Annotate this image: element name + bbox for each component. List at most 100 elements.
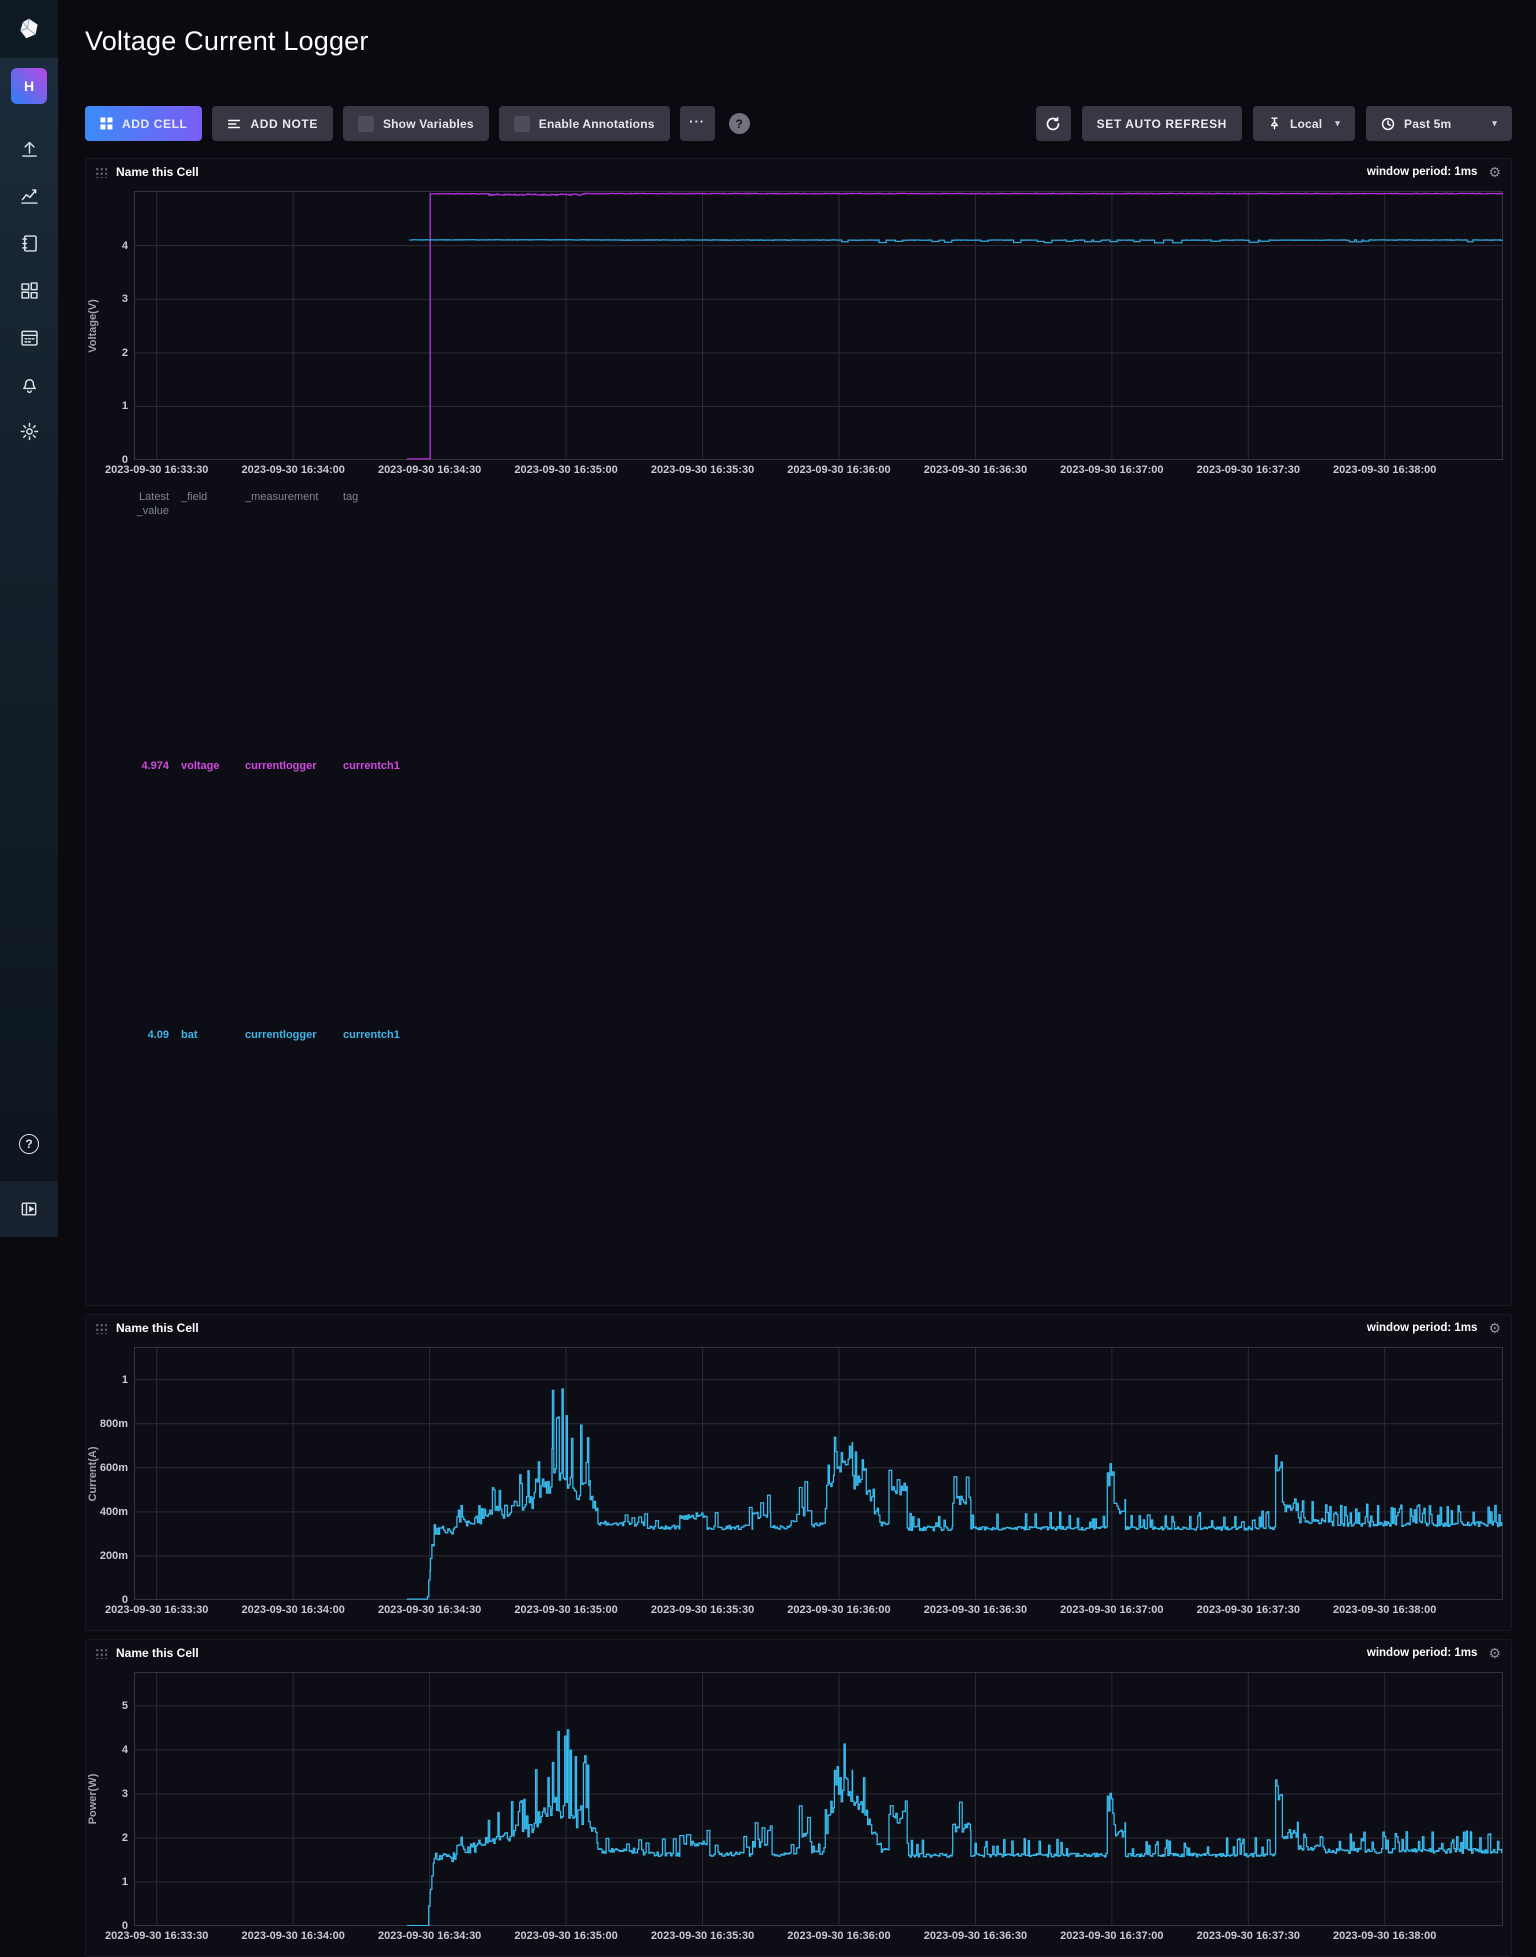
x-tick-label: 2023-09-30 16:37:30	[1197, 1604, 1300, 1616]
bell-icon	[19, 374, 40, 395]
y-tick-label: 1	[84, 400, 128, 412]
sidebar-item-dashboards[interactable]	[0, 267, 58, 314]
x-tick-label: 2023-09-30 16:34:00	[241, 1930, 344, 1942]
sidebar-item-notebooks[interactable]	[0, 220, 58, 267]
cell-gear-icon[interactable]: ⚙	[1488, 165, 1501, 179]
sidebar-item-help[interactable]: ?	[0, 1120, 58, 1167]
x-tick-label: 2023-09-30 16:35:00	[514, 1930, 617, 1942]
legend-header-row: Latest _value_field_measurementtag	[105, 490, 1511, 759]
set-auto-refresh-label: SET AUTO REFRESH	[1097, 117, 1227, 131]
cell-gear-icon[interactable]: ⚙	[1488, 1321, 1501, 1335]
upload-icon	[19, 139, 40, 160]
show-variables-toggle[interactable]: Show Variables	[343, 106, 489, 141]
influxdb-logo[interactable]	[0, 0, 58, 58]
x-tick-label: 2023-09-30 16:35:00	[514, 464, 617, 476]
x-tick-label: 2023-09-30 16:36:30	[924, 464, 1027, 476]
influxdb-cube-icon	[16, 16, 42, 42]
plot-svg	[134, 191, 1503, 460]
current-chart-plot[interactable]: 0200m400m600m800m1Current(A)	[134, 1347, 1503, 1600]
enable-annotations-toggle[interactable]: Enable Annotations	[499, 106, 670, 141]
sidebar: H	[0, 0, 58, 1237]
window-period-label: window period: 1ms	[1367, 1322, 1478, 1334]
legend-value: bat	[181, 1028, 233, 1297]
x-tick-label: 2023-09-30 16:37:30	[1197, 464, 1300, 476]
y-tick-label: 5	[84, 1700, 128, 1712]
x-tick-label: 2023-09-30 16:35:30	[651, 1930, 754, 1942]
expand-icon	[19, 1199, 39, 1219]
sidebar-item-alerts[interactable]	[0, 361, 58, 408]
x-tick-label: 2023-09-30 16:34:00	[241, 1604, 344, 1616]
sidebar-item-tasks[interactable]	[0, 314, 58, 361]
legend-value: 4.974	[105, 759, 169, 1028]
chevron-down-icon: ▾	[1492, 118, 1497, 129]
legend-row[interactable]: 4.974voltagecurrentloggercurrentch1	[105, 759, 1511, 1028]
x-tick-label: 2023-09-30 16:34:30	[378, 1930, 481, 1942]
sidebar-item-upload[interactable]	[0, 126, 58, 173]
cell-title[interactable]: Name this Cell	[116, 165, 199, 179]
y-tick-label: 400m	[84, 1506, 128, 1518]
drag-handle-icon[interactable]	[95, 166, 107, 178]
y-axis-title: Voltage(V)	[87, 299, 99, 353]
power-chart-plot[interactable]: 012345Power(W)	[134, 1672, 1503, 1926]
drag-handle-icon[interactable]	[95, 1322, 107, 1334]
x-tick-label: 2023-09-30 16:33:30	[105, 1604, 208, 1616]
x-tick-label: 2023-09-30 16:38:00	[1333, 464, 1436, 476]
notebook-icon	[19, 233, 40, 254]
power-chart-x-axis: 2023-09-30 16:33:302023-09-30 16:34:0020…	[134, 1930, 1503, 1948]
checkbox-icon	[358, 116, 374, 132]
legend-value: voltage	[181, 759, 233, 1028]
x-tick-label: 2023-09-30 16:34:30	[378, 1604, 481, 1616]
series-power	[407, 1730, 1502, 1926]
x-tick-label: 2023-09-30 16:36:30	[924, 1604, 1027, 1616]
cell-header: Name this Cell window period: 1ms ⚙	[86, 1315, 1511, 1341]
help-icon: ?	[19, 1134, 39, 1154]
note-lines-icon	[227, 117, 241, 131]
voltage-chart-plot[interactable]: 01234Voltage(V)	[134, 191, 1503, 460]
gear-icon	[19, 421, 40, 442]
checkbox-icon	[514, 116, 530, 132]
legend-value: currentch1	[343, 1028, 421, 1282]
drag-handle-icon[interactable]	[95, 1647, 107, 1659]
x-tick-label: 2023-09-30 16:36:30	[924, 1930, 1027, 1942]
cell-header: Name this Cell window period: 1ms ⚙	[86, 159, 1511, 185]
avatar[interactable]: H	[11, 68, 47, 104]
current-chart-x-axis: 2023-09-30 16:33:302023-09-30 16:34:0020…	[134, 1604, 1503, 1622]
legend-table: Latest _value_field_measurementtag4.974v…	[105, 490, 1511, 1297]
cell-title[interactable]: Name this Cell	[116, 1321, 199, 1335]
graph-icon	[19, 186, 40, 207]
sidebar-expand-button[interactable]	[0, 1181, 58, 1237]
y-tick-label: 2	[84, 1832, 128, 1844]
help-button[interactable]: ?	[729, 113, 750, 134]
legend-value: currentlogger	[245, 759, 331, 1012]
add-cell-button[interactable]: ADD CELL	[85, 106, 202, 141]
x-tick-label: 2023-09-30 16:38:00	[1333, 1604, 1436, 1616]
x-tick-label: 2023-09-30 16:36:00	[787, 1930, 890, 1942]
dashboards-icon	[19, 280, 40, 301]
x-tick-label: 2023-09-30 16:35:00	[514, 1604, 617, 1616]
x-tick-label: 2023-09-30 16:37:00	[1060, 464, 1163, 476]
time-range-label: Past 5m	[1404, 117, 1451, 131]
y-tick-label: 200m	[84, 1550, 128, 1562]
window-period-label: window period: 1ms	[1367, 1647, 1478, 1659]
y-axis-title: Current(A)	[87, 1446, 99, 1501]
cell-title[interactable]: Name this Cell	[116, 1646, 199, 1660]
add-cell-label: ADD CELL	[122, 117, 187, 131]
sidebar-item-data-explorer[interactable]	[0, 173, 58, 220]
add-note-button[interactable]: ADD NOTE	[212, 106, 332, 141]
x-tick-label: 2023-09-30 16:37:30	[1197, 1930, 1300, 1942]
dashboard-cell-power: Name this Cell window period: 1ms ⚙ 0123…	[85, 1639, 1512, 1957]
page-title: Voltage Current Logger	[85, 26, 1512, 57]
more-options-button[interactable]: ···	[680, 106, 715, 141]
set-auto-refresh-button[interactable]: SET AUTO REFRESH	[1082, 106, 1242, 141]
cell-gear-icon[interactable]: ⚙	[1488, 1646, 1501, 1660]
grid-icon	[100, 117, 113, 130]
legend-row[interactable]: 4.09batcurrentloggercurrentch1	[105, 1028, 1511, 1297]
y-tick-label: 4	[84, 240, 128, 252]
cell-header: Name this Cell window period: 1ms ⚙	[86, 1640, 1511, 1666]
timezone-dropdown[interactable]: Local ▾	[1253, 106, 1355, 141]
enable-annotations-label: Enable Annotations	[539, 117, 655, 131]
sidebar-item-settings[interactable]	[0, 408, 58, 455]
time-range-dropdown[interactable]: Past 5m ▾	[1366, 106, 1512, 141]
refresh-button[interactable]	[1036, 106, 1071, 141]
legend-value: currentlogger	[245, 1028, 331, 1281]
